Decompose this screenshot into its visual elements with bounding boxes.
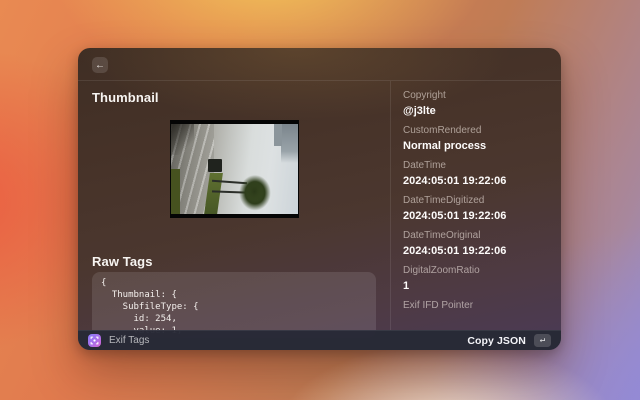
code-line: id: 254, bbox=[101, 313, 367, 325]
metadata-label: Copyright bbox=[403, 90, 549, 102]
metadata-row: Copyright @j3lte bbox=[403, 90, 549, 118]
photo-layer bbox=[281, 124, 298, 163]
copy-json-label: Copy JSON bbox=[467, 335, 526, 347]
photo-layer bbox=[171, 124, 194, 155]
metadata-row: DateTimeOriginal 2024:05:01 19:22:06 bbox=[403, 230, 549, 258]
enter-key-icon: ↵ bbox=[534, 334, 551, 347]
code-line: SubfileType: { bbox=[101, 301, 367, 313]
arrow-left-icon: ← bbox=[95, 60, 105, 71]
metadata-value: @j3lte bbox=[403, 104, 549, 118]
metadata-value: 2024:05:01 19:22:06 bbox=[403, 209, 549, 223]
metadata-label: DateTimeDigitized bbox=[403, 195, 549, 207]
exif-tags-app-icon bbox=[88, 334, 101, 347]
raw-tags-code-block: { Thumbnail: { SubfileType: { id: 254, v… bbox=[92, 272, 376, 338]
metadata-label: Exif IFD Pointer bbox=[403, 300, 549, 312]
viewfinder-icon bbox=[90, 336, 99, 345]
raw-tags-heading: Raw Tags bbox=[92, 255, 376, 268]
metadata-value: 2024:05:01 19:22:06 bbox=[403, 244, 549, 258]
metadata-panel: Copyright @j3lte CustomRendered Normal p… bbox=[391, 81, 561, 330]
photo-layer bbox=[244, 179, 265, 204]
metadata-row: DigitalZoomRatio 1 bbox=[403, 265, 549, 293]
metadata-row: Exif IFD Pointer bbox=[403, 300, 549, 312]
metadata-label: DigitalZoomRatio bbox=[403, 265, 549, 277]
thumbnail-heading: Thumbnail bbox=[92, 91, 376, 104]
back-button[interactable]: ← bbox=[92, 57, 108, 73]
code-line: { bbox=[101, 277, 367, 289]
photo-layer bbox=[208, 159, 222, 172]
metadata-value: Normal process bbox=[403, 139, 549, 153]
code-line: Thumbnail: { bbox=[101, 289, 367, 301]
metadata-value: 1 bbox=[403, 279, 549, 293]
metadata-label: CustomRendered bbox=[403, 125, 549, 137]
action-bar: Exif Tags Copy JSON ↵ bbox=[78, 330, 561, 350]
window-content: Thumbnail Raw Tags { bbox=[78, 81, 561, 330]
desktop-background: ← Thumbnail bbox=[0, 0, 640, 400]
exif-tags-window: ← Thumbnail bbox=[78, 48, 561, 350]
photo-layer bbox=[171, 169, 180, 214]
copy-json-button[interactable]: Copy JSON ↵ bbox=[467, 334, 551, 347]
app-name-label: Exif Tags bbox=[109, 335, 149, 346]
metadata-row: DateTimeDigitized 2024:05:01 19:22:06 bbox=[403, 195, 549, 223]
window-header: ← bbox=[78, 48, 561, 81]
thumbnail-image bbox=[170, 120, 299, 218]
detail-main-column: Thumbnail Raw Tags { bbox=[78, 81, 390, 330]
photo-layer bbox=[274, 124, 282, 146]
metadata-label: DateTimeOriginal bbox=[403, 230, 549, 242]
metadata-row: CustomRendered Normal process bbox=[403, 125, 549, 153]
metadata-label: DateTime bbox=[403, 160, 549, 172]
metadata-row: DateTime 2024:05:01 19:22:06 bbox=[403, 160, 549, 188]
metadata-value: 2024:05:01 19:22:06 bbox=[403, 174, 549, 188]
